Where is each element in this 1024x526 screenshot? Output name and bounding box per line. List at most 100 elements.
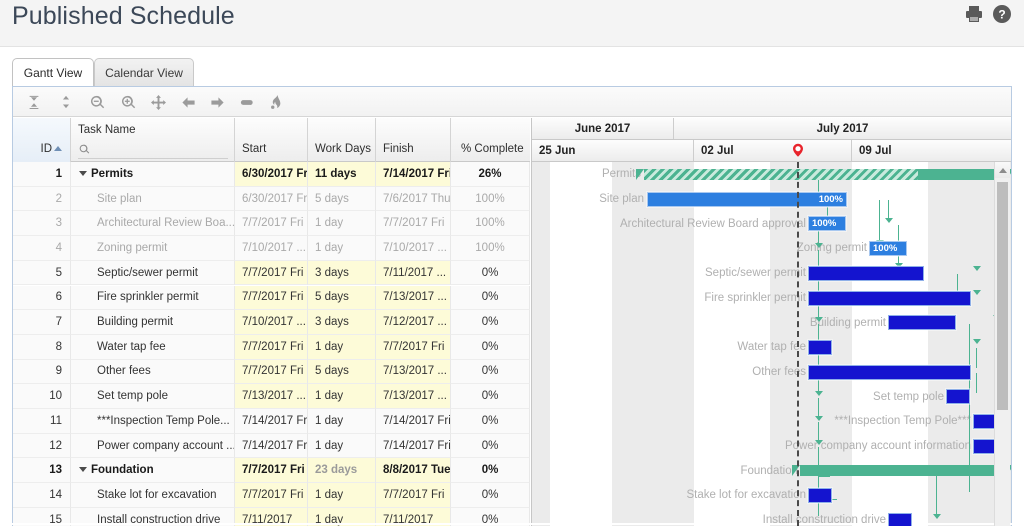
critical-path-icon[interactable] (265, 91, 287, 113)
cell-start: 7/10/2017 ... (235, 236, 308, 261)
summary-bar[interactable] (644, 169, 1007, 180)
gantt-task-label: Zoning permit (797, 236, 867, 261)
gantt-chart: June 2017 July 2017 25 Jun 02 Jul 09 Jul… (531, 118, 1011, 526)
cell-start: 7/14/2017 Fri (235, 434, 308, 459)
timeline-month-1-label: July 2017 (817, 123, 869, 135)
cell-task: Septic/sewer permit (71, 261, 235, 286)
zoom-out-icon[interactable] (86, 91, 108, 113)
cell-task: Architectural Review Boa... (71, 211, 235, 236)
table-row[interactable]: 11***Inspection Temp Pole...7/14/2017 Fr… (13, 409, 530, 434)
column-header-work-days[interactable]: Work Days (308, 118, 376, 162)
cell-id: 2 (13, 187, 71, 212)
column-header-pct-complete-label: % Complete (461, 143, 524, 155)
cell-start: 7/7/2017 Fri (235, 211, 308, 236)
task-bar[interactable] (888, 315, 956, 330)
table-row[interactable]: 8Water tap fee7/7/2017 Fri1 day7/7/2017 … (13, 335, 530, 360)
task-bar[interactable] (808, 488, 832, 503)
gantt-chart-area[interactable]: PermitsSite plan100%Architectural Review… (532, 162, 1011, 526)
task-bar[interactable] (808, 365, 971, 380)
cell-start: 6/30/2017 Fri (235, 187, 308, 212)
table-row[interactable]: 14Stake lot for excavation7/7/2017 Fri1 … (13, 483, 530, 508)
cell-pct: 0% (451, 286, 530, 311)
tab-gantt-view[interactable]: Gantt View (12, 58, 94, 86)
dependency-arrow-icon (815, 416, 823, 421)
cell-finish: 7/13/2017 ... (376, 360, 451, 385)
task-bar[interactable] (808, 266, 924, 281)
cell-finish: 7/6/2017 Thu (376, 187, 451, 212)
column-header-id-label: ID (41, 143, 53, 155)
gantt-row: Fire sprinkler permit (532, 286, 1011, 311)
cell-pct: 100% (451, 187, 530, 212)
task-bar[interactable] (808, 340, 832, 355)
pan-move-icon[interactable] (147, 91, 169, 113)
cell-start: 7/7/2017 Fri (235, 335, 308, 360)
help-icon[interactable]: ? (992, 4, 1012, 24)
page-title: Published Schedule (12, 2, 235, 31)
table-row[interactable]: 9Other fees7/7/2017 Fri5 days7/13/2017 .… (13, 360, 530, 385)
expand-rows-icon[interactable] (55, 91, 77, 113)
task-bar-complete[interactable]: 100% (647, 192, 847, 207)
column-header-start[interactable]: Start (235, 118, 308, 162)
cell-finish: 7/14/2017 Fri (376, 409, 451, 434)
table-row[interactable]: 2Site plan6/30/2017 Fri5 days7/6/2017 Th… (13, 187, 530, 212)
table-row[interactable]: 7Building permit7/10/2017 ...3 days7/12/… (13, 310, 530, 335)
table-row[interactable]: 5Septic/sewer permit7/7/2017 Fri3 days7/… (13, 261, 530, 286)
task-grid-body[interactable]: 1Permits6/30/2017 Fri11 days7/14/2017 Fr… (13, 162, 530, 526)
table-row[interactable]: 12Power company account ...7/14/2017 Fri… (13, 434, 530, 459)
scroll-up-icon[interactable] (995, 162, 1010, 178)
print-icon[interactable] (964, 4, 984, 24)
collapse-triangle-icon[interactable] (79, 171, 87, 176)
summary-bar[interactable] (800, 465, 1007, 476)
task-bar-complete[interactable]: 100% (808, 216, 846, 231)
arrow-left-icon[interactable] (177, 91, 199, 113)
column-header-id[interactable]: ID (13, 118, 71, 162)
cell-id: 8 (13, 335, 71, 360)
table-row[interactable]: 4Zoning permit7/10/2017 ...1 day7/10/201… (13, 236, 530, 261)
cell-id: 7 (13, 310, 71, 335)
today-line (797, 162, 799, 526)
sort-ascending-icon (54, 146, 62, 151)
gantt-row: Permits (532, 162, 1011, 187)
task-bar[interactable] (888, 513, 912, 526)
tag-label-icon[interactable] (235, 91, 257, 113)
cell-finish: 7/7/2017 Fri (376, 211, 451, 236)
arrow-right-icon[interactable] (206, 91, 228, 113)
task-bar[interactable] (808, 291, 971, 306)
task-bar-percent-label: 100% (819, 194, 843, 205)
task-bar[interactable] (946, 389, 970, 404)
column-header-task-name-label: Task Name (78, 124, 136, 136)
task-bar-complete[interactable]: 100% (869, 241, 907, 256)
cell-start: 7/7/2017 Fri (235, 458, 308, 483)
table-row[interactable]: 3Architectural Review Boa...7/7/2017 Fri… (13, 211, 530, 236)
tab-calendar-view[interactable]: Calendar View (94, 58, 194, 86)
cell-id: 12 (13, 434, 71, 459)
cell-finish: 7/13/2017 ... (376, 286, 451, 311)
collapse-all-icon[interactable] (23, 91, 45, 113)
column-header-finish[interactable]: Finish (376, 118, 451, 162)
column-header-start-label: Start (242, 143, 266, 155)
cell-pct: 0% (451, 335, 530, 360)
table-row[interactable]: 1Permits6/30/2017 Fri11 days7/14/2017 Fr… (13, 162, 530, 187)
table-row[interactable]: 6Fire sprinkler permit7/7/2017 Fri5 days… (13, 286, 530, 311)
cell-start: 7/7/2017 Fri (235, 286, 308, 311)
zoom-in-icon[interactable] (117, 91, 139, 113)
timeline-week-0: 25 Jun (532, 140, 694, 161)
gantt-task-label: Power company account information (785, 434, 971, 459)
column-header-task-name[interactable]: Task Name (71, 118, 235, 162)
cell-task: Stake lot for excavation (71, 483, 235, 508)
gantt-vertical-scrollbar[interactable] (994, 162, 1010, 526)
cell-pct: 0% (451, 434, 530, 459)
column-header-pct-complete[interactable]: % Complete (451, 118, 530, 162)
table-row[interactable]: 13Foundation7/7/2017 Fri23 days8/8/2017 … (13, 458, 530, 483)
scrollbar-thumb[interactable] (997, 182, 1008, 410)
svg-text:?: ? (998, 8, 1005, 22)
cell-task: Zoning permit (71, 236, 235, 261)
task-bar-percent-label: 100% (812, 218, 836, 229)
table-row[interactable]: 10Set temp pole7/13/2017 ...1 day7/13/20… (13, 384, 530, 409)
collapse-triangle-icon[interactable] (79, 467, 87, 472)
cell-task: Site plan (71, 187, 235, 212)
timeline-month-1: July 2017 (674, 118, 1011, 139)
timeline-week-2-label: 09 Jul (859, 145, 892, 157)
search-input[interactable] (78, 142, 228, 159)
cell-id: 14 (13, 483, 71, 508)
